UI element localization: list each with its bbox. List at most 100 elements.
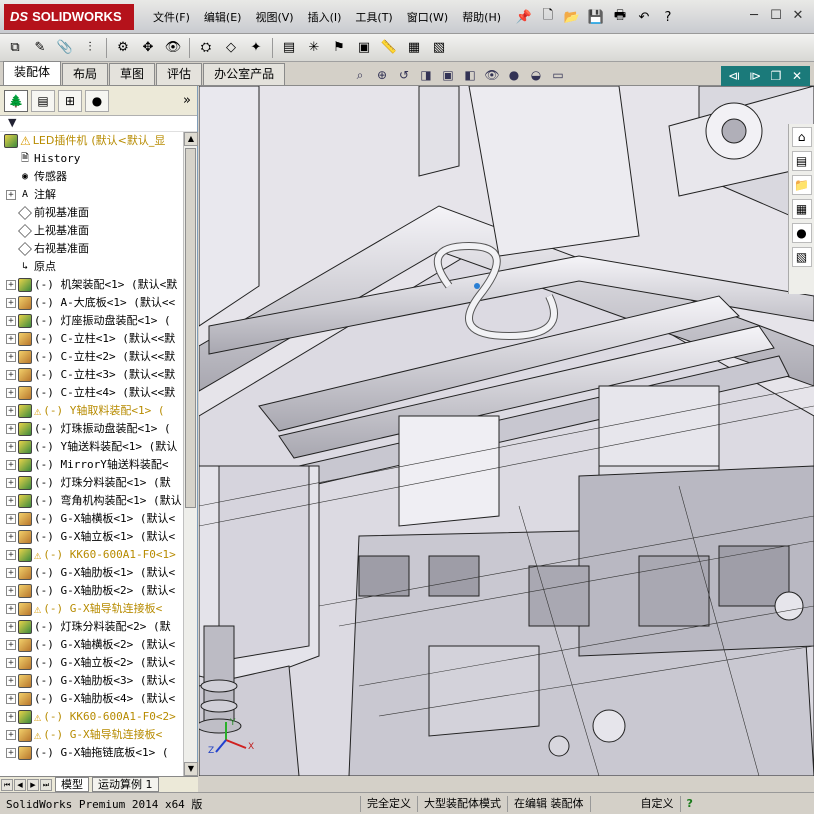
minimize-icon[interactable]: ─ — [744, 6, 764, 24]
tree-node[interactable]: 前视基准面 — [0, 204, 183, 222]
undo-icon[interactable]: ↶ — [634, 7, 654, 27]
component-pattern-icon[interactable]: ⫶ — [79, 37, 101, 59]
tile-right-icon[interactable]: ⧐ — [746, 68, 764, 84]
scroll-thumb[interactable] — [185, 148, 196, 508]
snapshot-icon[interactable]: ▧ — [428, 37, 450, 59]
expand-icon[interactable]: + — [6, 748, 16, 758]
save-icon[interactable]: 💾 — [586, 7, 606, 27]
expand-icon[interactable]: + — [6, 640, 16, 650]
expand-icon[interactable]: + — [6, 532, 16, 542]
view-settings-icon[interactable]: ▭ — [548, 66, 568, 84]
pin-icon[interactable]: 📌 — [514, 7, 534, 27]
tab-motion-study[interactable]: 运动算例 1 — [92, 777, 159, 792]
tree-root[interactable]: ⚠ LED插件机 (默认<默认_显 — [0, 132, 183, 150]
reference-geometry-icon[interactable]: ◇ — [220, 37, 242, 59]
menu-tools[interactable]: 工具(T) — [348, 9, 399, 27]
help-icon[interactable]: ? — [679, 795, 699, 812]
restore-icon[interactable]: ❐ — [767, 68, 785, 84]
show-hidden-icon[interactable]: 👁 — [162, 37, 184, 59]
tree-node[interactable]: + (-) G-X轴肋板<1> (默认< — [0, 564, 183, 582]
assembly-features-icon[interactable]: ⛭ — [195, 37, 217, 59]
appearances-icon[interactable]: ● — [791, 223, 812, 243]
instant3d-icon[interactable]: ▣ — [353, 37, 375, 59]
tree-node[interactable]: 🗎 History — [0, 150, 183, 168]
expand-icon[interactable]: + — [6, 712, 16, 722]
tab-sketch[interactable]: 草图 — [109, 63, 156, 85]
expand-icon[interactable]: + — [6, 514, 16, 524]
hide-show-items-icon[interactable]: 👁 — [482, 66, 502, 84]
tree-node[interactable]: ◉ 传感器 — [0, 168, 183, 186]
expand-icon[interactable]: + — [6, 658, 16, 668]
expand-icon[interactable]: + — [6, 586, 16, 596]
menu-edit[interactable]: 编辑(E) — [197, 9, 249, 27]
menu-file[interactable]: 文件(F) — [146, 9, 197, 27]
more-tabs-icon[interactable]: » — [183, 93, 191, 108]
view-orientation-icon[interactable]: ▣ — [438, 66, 458, 84]
explode-line-sketch-icon[interactable]: ⚑ — [328, 37, 350, 59]
help-icon[interactable]: ? — [658, 7, 678, 27]
zoom-to-fit-icon[interactable]: ⌕ — [350, 66, 370, 84]
tree-node[interactable]: + (-) 弯角机构装配<1> (默认 — [0, 492, 183, 510]
tree-node[interactable]: + ⚠ (-) Y轴取料装配<1> ( — [0, 402, 183, 420]
tree-node[interactable]: + (-) 灯珠振动盘装配<1> ( — [0, 420, 183, 438]
unit-system[interactable]: 自定义 — [589, 795, 680, 812]
expand-icon[interactable]: + — [6, 406, 16, 416]
previous-view-icon[interactable]: ↺ — [394, 66, 414, 84]
next-tab-icon[interactable]: ▶ — [27, 778, 39, 791]
tree-node[interactable]: + (-) G-X轴肋板<4> (默认< — [0, 690, 183, 708]
expand-icon[interactable]: + — [6, 352, 16, 362]
configuration-manager-tab-icon[interactable]: ⊞ — [58, 89, 82, 112]
tree-node[interactable]: + (-) Y轴送料装配<1> (默认 — [0, 438, 183, 456]
tree-scrollbar[interactable]: ▲ ▼ — [183, 132, 198, 776]
expand-icon[interactable]: + — [6, 334, 16, 344]
expand-icon[interactable]: + — [6, 424, 16, 434]
expand-icon[interactable]: + — [6, 280, 16, 290]
ruler-icon[interactable]: 📏 — [378, 37, 400, 59]
display-manager-tab-icon[interactable]: ● — [85, 89, 109, 112]
last-tab-icon[interactable]: ⏭ — [40, 778, 52, 791]
expand-icon[interactable]: + — [6, 388, 16, 398]
view-palette-icon[interactable]: ▦ — [791, 199, 812, 219]
maximize-icon[interactable]: ☐ — [766, 6, 786, 24]
viewport-close-icon[interactable]: ✕ — [788, 68, 806, 84]
tree-node[interactable]: + A 注解 — [0, 186, 183, 204]
expand-icon[interactable]: + — [6, 550, 16, 560]
tab-model[interactable]: 模型 — [55, 777, 89, 792]
insert-component-icon[interactable]: ⧉ — [4, 37, 26, 59]
tree-node[interactable]: + (-) C-立柱<4> (默认<<默 — [0, 384, 183, 402]
expand-icon[interactable]: + — [6, 442, 16, 452]
tree-node[interactable]: + ⚠ (-) G-X轴导轨连接板< — [0, 600, 183, 618]
apply-scene-icon[interactable]: ◒ — [526, 66, 546, 84]
expand-icon[interactable]: + — [6, 316, 16, 326]
expand-icon[interactable]: + — [6, 622, 16, 632]
tree-node[interactable]: 上视基准面 — [0, 222, 183, 240]
prev-tab-icon[interactable]: ◀ — [14, 778, 26, 791]
design-library-icon[interactable]: ▤ — [791, 151, 812, 171]
tree-node[interactable]: + (-) C-立柱<2> (默认<<默 — [0, 348, 183, 366]
scroll-up-icon[interactable]: ▲ — [184, 132, 198, 146]
speedpak-icon[interactable]: ▦ — [403, 37, 425, 59]
expand-icon[interactable]: + — [6, 730, 16, 740]
mate-icon[interactable]: 📎 — [54, 37, 76, 59]
first-tab-icon[interactable]: ⏮ — [1, 778, 13, 791]
expand-icon[interactable]: + — [6, 460, 16, 470]
menu-window[interactable]: 窗口(W) — [400, 9, 455, 27]
tree-node[interactable]: + (-) 机架装配<1> (默认<默 — [0, 276, 183, 294]
tree-node[interactable]: + ⚠ (-) KK60-600A1-F0<1> — [0, 546, 183, 564]
menu-help[interactable]: 帮助(H) — [455, 9, 508, 27]
menu-view[interactable]: 视图(V) — [248, 9, 300, 27]
tab-layout[interactable]: 布局 — [62, 63, 109, 85]
graphics-viewport[interactable]: ⌂ ▤ 📁 ▦ ● ▧ — [199, 86, 814, 776]
tree-node[interactable]: + (-) G-X轴横板<2> (默认< — [0, 636, 183, 654]
tree-node[interactable]: + (-) 灯座振动盘装配<1> ( — [0, 312, 183, 330]
tile-left-icon[interactable]: ⧏ — [725, 68, 743, 84]
expand-icon[interactable]: + — [6, 568, 16, 578]
expand-icon[interactable]: + — [6, 298, 16, 308]
tree-node[interactable]: + (-) G-X轴拖链底板<1> ( — [0, 744, 183, 762]
tree-node[interactable]: + (-) G-X轴肋板<3> (默认< — [0, 672, 183, 690]
tree-node[interactable]: + (-) G-X轴立板<2> (默认< — [0, 654, 183, 672]
move-component-icon[interactable]: ✥ — [137, 37, 159, 59]
tree-node[interactable]: + (-) 灯珠分料装配<2> (默 — [0, 618, 183, 636]
tree-node[interactable]: + ⚠ (-) KK60-600A1-F0<2> — [0, 708, 183, 726]
exploded-view-icon[interactable]: ✳ — [303, 37, 325, 59]
